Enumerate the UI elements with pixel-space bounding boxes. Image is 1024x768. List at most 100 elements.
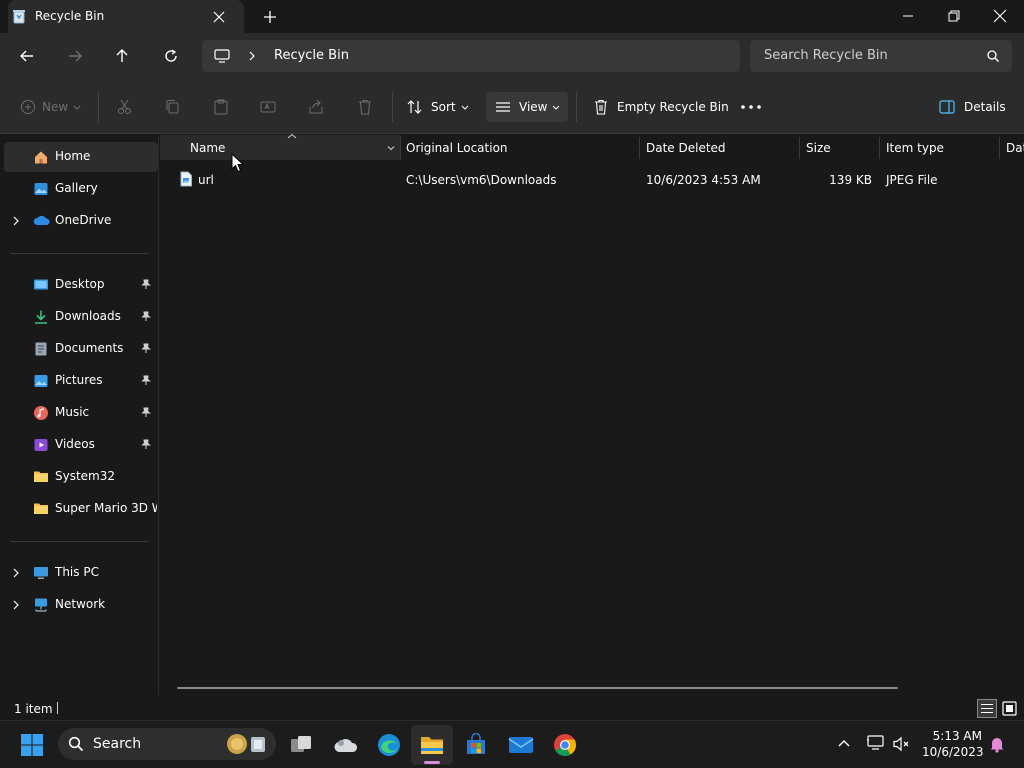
pin-icon[interactable] (141, 439, 151, 450)
search-placeholder: Search Recycle Bin (764, 48, 888, 63)
more-options-button[interactable] (740, 93, 762, 121)
chevron-right-icon[interactable] (11, 599, 21, 611)
mail-button[interactable] (505, 729, 537, 761)
sidebar-item-onedrive[interactable]: OneDrive (0, 206, 158, 236)
details-pane-button[interactable]: Details (938, 93, 1006, 121)
window-close-icon[interactable] (982, 4, 1018, 28)
task-view-button[interactable] (285, 729, 317, 761)
empty-recycle-bin-label: Empty Recycle Bin (617, 100, 729, 114)
widgets-button[interactable] (330, 729, 362, 761)
pin-icon[interactable] (141, 279, 151, 290)
notification-bell-icon[interactable] (988, 735, 1006, 753)
column-header-date[interactable]: Dat (1006, 141, 1024, 155)
pin-icon[interactable] (141, 407, 151, 418)
restore-icon[interactable] (936, 4, 972, 28)
sidebar-item-system32[interactable]: System32 (0, 462, 158, 492)
sidebar-item-label: Gallery (55, 181, 98, 195)
chevron-down-icon (553, 105, 560, 110)
task-view-icon (291, 736, 311, 752)
pin-icon[interactable] (141, 343, 151, 354)
folder-icon (33, 501, 49, 515)
up-button[interactable] (108, 42, 136, 70)
sidebar-item-videos[interactable]: Videos (0, 430, 158, 460)
column-divider[interactable] (639, 137, 640, 159)
copy-button[interactable] (164, 93, 182, 121)
downloads-icon (33, 309, 49, 325)
sidebar-item-network[interactable]: Network (0, 590, 158, 620)
chevron-right-icon[interactable] (247, 50, 257, 62)
file-explorer-button[interactable] (416, 729, 448, 761)
share-button[interactable] (307, 93, 325, 121)
start-button[interactable] (16, 729, 48, 761)
sidebar-item-documents[interactable]: Documents (0, 334, 158, 364)
column-header-name[interactable]: Name (190, 141, 225, 155)
edge-button[interactable] (373, 729, 405, 761)
column-divider[interactable] (999, 137, 1000, 159)
share-icon (309, 99, 323, 114)
chrome-icon (554, 734, 576, 756)
cut-button[interactable] (116, 93, 134, 121)
paste-button[interactable] (212, 93, 230, 121)
back-button[interactable] (13, 42, 41, 70)
close-icon[interactable] (210, 8, 228, 26)
search-icon[interactable] (986, 49, 1000, 63)
status-bar (0, 695, 1024, 720)
plus-icon[interactable] (260, 7, 280, 27)
sidebar-item-label: Network (55, 597, 106, 611)
trash-icon (595, 99, 607, 115)
videos-icon (33, 437, 49, 453)
sidebar-item-music[interactable]: Music (0, 398, 158, 428)
details-pane-icon (939, 100, 955, 114)
column-divider[interactable] (799, 137, 800, 159)
forward-button[interactable] (61, 42, 89, 70)
refresh-icon (165, 49, 177, 62)
chrome-button[interactable] (549, 729, 581, 761)
column-header-original-location[interactable]: Original Location (406, 141, 508, 155)
minimize-icon[interactable] (890, 4, 926, 28)
taskbar-search-label: Search (93, 736, 142, 752)
empty-recycle-bin-button[interactable]: Empty Recycle Bin (592, 93, 729, 121)
details-view-toggle[interactable] (977, 699, 997, 718)
column-header-date-deleted[interactable]: Date Deleted (646, 141, 726, 155)
pin-icon[interactable] (141, 375, 151, 386)
refresh-button[interactable] (157, 42, 185, 70)
sidebar-item-desktop[interactable]: Desktop (0, 270, 158, 300)
sidebar-item-pictures[interactable]: Pictures (0, 366, 158, 396)
new-button-label: New (42, 100, 69, 114)
pin-icon[interactable] (141, 311, 151, 322)
new-button[interactable]: New (20, 93, 82, 121)
documents-icon (33, 341, 49, 357)
column-header-item-type[interactable]: Item type (886, 141, 944, 155)
sidebar-item-super-mario[interactable]: Super Mario 3D Wo (0, 494, 158, 524)
delete-button[interactable] (356, 93, 374, 121)
chevron-down-icon[interactable] (386, 144, 396, 152)
sidebar-item-label: OneDrive (55, 213, 112, 227)
horizontal-scrollbar[interactable] (177, 687, 898, 689)
arrow-left-icon (20, 50, 33, 62)
breadcrumb-recycle-bin[interactable]: Recycle Bin (274, 48, 349, 63)
chevron-right-icon[interactable] (11, 215, 21, 227)
chevron-up-icon[interactable] (837, 737, 851, 749)
file-date-deleted: 10/6/2023 4:53 AM (646, 173, 761, 187)
sidebar-item-downloads[interactable]: Downloads (0, 302, 158, 332)
column-divider[interactable] (879, 137, 880, 159)
sidebar-item-label: System32 (55, 469, 116, 483)
sidebar-item-home[interactable]: Home (0, 142, 158, 172)
copy-icon (166, 100, 179, 114)
column-header-size[interactable]: Size (806, 141, 831, 155)
clock-time[interactable]: 5:13 AM (932, 729, 982, 743)
sidebar-item-this-pc[interactable]: This PC (0, 558, 158, 588)
network-icon (33, 597, 49, 613)
large-icons-view-toggle[interactable] (1000, 699, 1019, 718)
sort-button[interactable]: Sort (406, 93, 470, 121)
clock-date[interactable]: 10/6/2023 (922, 745, 984, 759)
volume-muted-icon[interactable] (892, 735, 912, 753)
microsoft-store-button[interactable] (460, 729, 492, 761)
file-name[interactable]: url (198, 173, 214, 187)
sidebar-item-gallery[interactable]: Gallery (0, 174, 158, 204)
column-divider[interactable] (400, 137, 401, 159)
view-button[interactable]: View (494, 93, 561, 121)
rename-button[interactable] (259, 93, 277, 121)
chevron-right-icon[interactable] (11, 567, 21, 579)
network-status-icon[interactable] (866, 734, 886, 752)
